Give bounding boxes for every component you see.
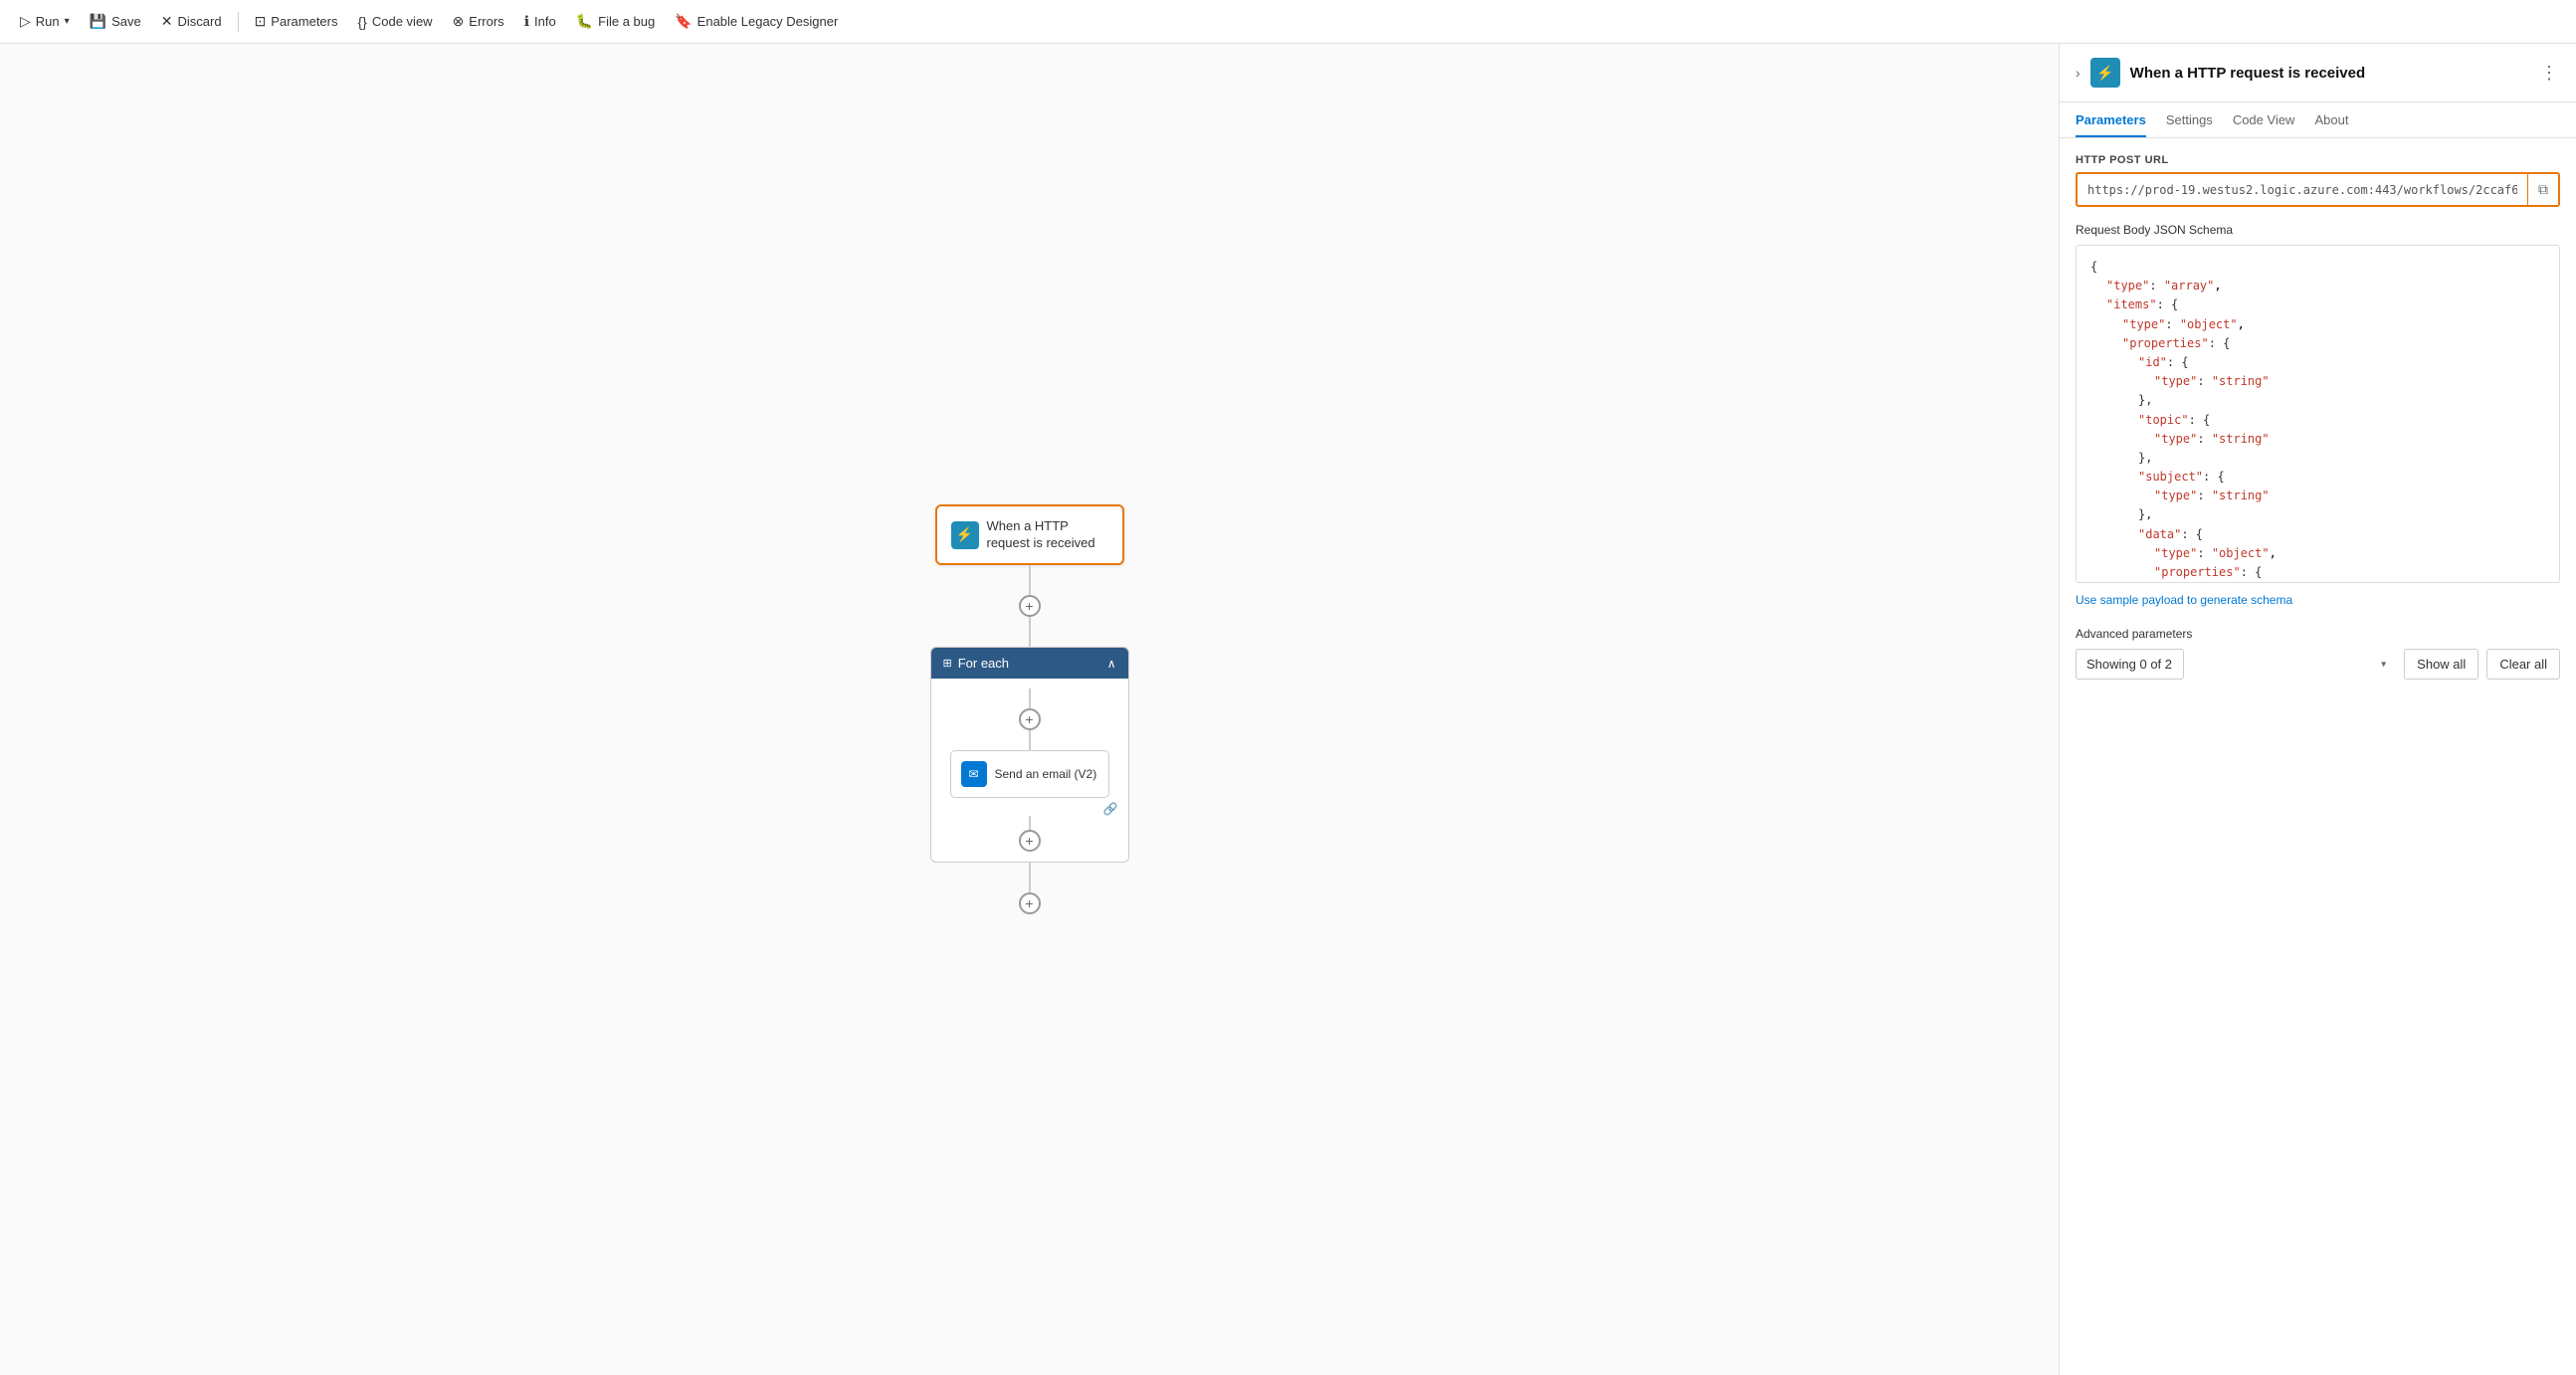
canvas: ⚡ When a HTTP request is received + ⊞ Fo… — [0, 44, 2059, 1375]
info-icon: ℹ — [524, 13, 529, 30]
tab-parameters[interactable]: Parameters — [2076, 102, 2146, 137]
url-copy-button[interactable]: ⧉ — [2527, 174, 2558, 205]
save-icon: 💾 — [90, 13, 106, 30]
show-all-button[interactable]: Show all — [2404, 649, 2478, 680]
divider-1 — [238, 12, 239, 32]
run-icon: ▷ — [20, 13, 31, 30]
file-bug-button[interactable]: 🐛 File a bug — [568, 9, 664, 34]
advanced-parameters-section: Advanced parameters Showing 0 of 2 ▾ Sho… — [2076, 627, 2560, 680]
discard-button[interactable]: ✕ Discard — [153, 9, 230, 34]
schema-line-10: "type": "string" — [2090, 430, 2545, 449]
http-request-node[interactable]: ⚡ When a HTTP request is received — [935, 504, 1124, 566]
run-button[interactable]: ▷ Run ▾ — [12, 9, 78, 34]
advanced-label: Advanced parameters — [2076, 627, 2560, 641]
foreach-icon: ⊞ — [943, 657, 952, 670]
schema-line-3: "items": { — [2090, 295, 2545, 314]
schema-line-8: }, — [2090, 391, 2545, 410]
parameters-icon: ⊡ — [255, 13, 267, 30]
schema-line-2: "type": "array", — [2090, 277, 2545, 295]
code-icon: {} — [358, 14, 367, 30]
connector-1 — [1029, 565, 1031, 595]
connector-2 — [1029, 617, 1031, 647]
add-between-1[interactable]: + — [1019, 595, 1041, 617]
schema-label: Request Body JSON Schema — [2076, 223, 2560, 237]
panel-title: When a HTTP request is received — [2130, 65, 2365, 82]
panel-tabs: Parameters Settings Code View About — [2060, 102, 2576, 138]
schema-line-15: "data": { — [2090, 525, 2545, 544]
email-node-icon: ✉ — [961, 761, 987, 787]
schema-line-6: "id": { — [2090, 353, 2545, 372]
panel-header: › ⚡ When a HTTP request is received ⋮ — [2060, 44, 2576, 102]
email-node-label: Send an email (V2) — [995, 767, 1097, 781]
discard-icon: ✕ — [161, 13, 173, 30]
connector-after-foreach — [1029, 863, 1031, 892]
http-post-url-label: HTTP POST URL — [2076, 154, 2560, 166]
panel-collapse-button[interactable]: › — [2076, 65, 2081, 81]
tab-about[interactable]: About — [2314, 102, 2348, 137]
schema-line-9: "topic": { — [2090, 411, 2545, 430]
advanced-row: Showing 0 of 2 ▾ Show all Clear all — [2076, 649, 2560, 680]
schema-line-16: "type": "object", — [2090, 544, 2545, 563]
bookmark-icon: 🔖 — [675, 13, 692, 30]
showing-dropdown-wrapper: Showing 0 of 2 ▾ — [2076, 649, 2396, 680]
schema-line-5: "properties": { — [2090, 334, 2545, 353]
http-node-label: When a HTTP request is received — [987, 518, 1108, 552]
foreach-connector-2 — [1029, 730, 1031, 750]
email-node[interactable]: ✉ Send an email (V2) — [950, 750, 1109, 798]
main-area: ⚡ When a HTTP request is received + ⊞ Fo… — [0, 44, 2576, 1375]
parameters-button[interactable]: ⊡ Parameters — [247, 9, 346, 34]
url-input-container: ⧉ — [2076, 172, 2560, 207]
schema-line-7: "type": "string" — [2090, 372, 2545, 391]
add-after-foreach[interactable]: + — [1019, 892, 1041, 914]
schema-editor[interactable]: { "type": "array", "items": { "type": "o… — [2076, 245, 2560, 583]
schema-line-17: "properties": { — [2090, 563, 2545, 582]
add-after-email[interactable]: + — [1019, 830, 1041, 852]
http-node-icon: ⚡ — [951, 521, 979, 549]
foreach-container: ⊞ For each ∧ + ✉ Send an email (V2) 🔗 — [930, 647, 1129, 863]
tab-code-view[interactable]: Code View — [2233, 102, 2295, 137]
schema-line-14: }, — [2090, 505, 2545, 524]
clear-all-button[interactable]: Clear all — [2486, 649, 2560, 680]
showing-dropdown[interactable]: Showing 0 of 2 — [2076, 649, 2184, 680]
foreach-header-left: ⊞ For each — [943, 656, 1010, 671]
schema-line-4: "type": "object", — [2090, 315, 2545, 334]
info-button[interactable]: ℹ Info — [516, 9, 564, 34]
foreach-header[interactable]: ⊞ For each ∧ — [931, 648, 1128, 679]
panel-node-icon: ⚡ — [2090, 58, 2120, 88]
right-panel: › ⚡ When a HTTP request is received ⋮ Pa… — [2059, 44, 2576, 1375]
code-view-button[interactable]: {} Code view — [350, 10, 441, 34]
legacy-designer-button[interactable]: 🔖 Enable Legacy Designer — [667, 9, 846, 34]
schema-line-13: "type": "string" — [2090, 487, 2545, 505]
errors-button[interactable]: ⊗ Errors — [445, 9, 512, 34]
dropdown-arrow-icon: ▾ — [2381, 659, 2386, 670]
panel-header-left: › ⚡ When a HTTP request is received — [2076, 58, 2365, 88]
toolbar: ▷ Run ▾ 💾 Save ✕ Discard ⊡ Parameters {}… — [0, 0, 2576, 44]
panel-content: HTTP POST URL ⧉ Request Body JSON Schema… — [2060, 138, 2576, 1375]
run-chevron-icon: ▾ — [65, 16, 70, 27]
foreach-label: For each — [958, 656, 1009, 671]
schema-payload-link[interactable]: Use sample payload to generate schema — [2076, 593, 2292, 607]
errors-icon: ⊗ — [453, 13, 465, 30]
schema-line-1: { — [2090, 258, 2545, 277]
url-input[interactable] — [2078, 176, 2527, 204]
foreach-collapse-icon[interactable]: ∧ — [1107, 657, 1116, 671]
flow-container: ⚡ When a HTTP request is received + ⊞ Fo… — [930, 504, 1129, 915]
foreach-body: + ✉ Send an email (V2) 🔗 + — [931, 679, 1128, 862]
link-icon: 🔗 — [1103, 802, 1118, 816]
bug-icon: 🐛 — [576, 13, 593, 30]
foreach-connector-3 — [1029, 816, 1031, 830]
schema-line-12: "subject": { — [2090, 468, 2545, 487]
schema-line-11: }, — [2090, 449, 2545, 468]
schema-line-18: "resourceInfo": { — [2090, 582, 2545, 583]
add-inside-foreach[interactable]: + — [1019, 708, 1041, 730]
foreach-connector-1 — [1029, 688, 1031, 708]
save-button[interactable]: 💾 Save — [82, 9, 149, 34]
tab-settings[interactable]: Settings — [2166, 102, 2213, 137]
panel-more-button[interactable]: ⋮ — [2540, 63, 2560, 84]
